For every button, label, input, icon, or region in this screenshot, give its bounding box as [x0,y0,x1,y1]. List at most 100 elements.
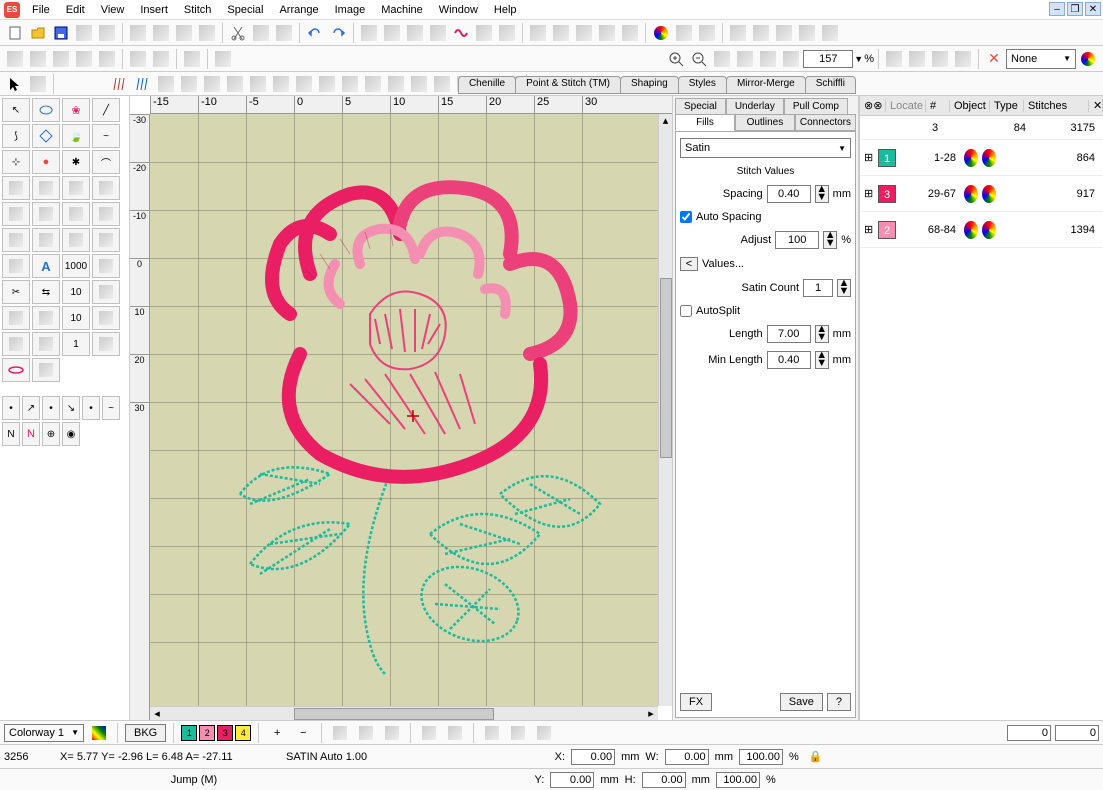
stitch-type-button[interactable] [431,73,453,95]
menu-edit[interactable]: Edit [58,2,93,18]
menu-arrange[interactable]: Arrange [271,2,326,18]
tool-button[interactable] [355,722,377,744]
arrow-tool[interactable] [4,73,26,95]
tool-button[interactable] [2,254,30,278]
zoom-in-button[interactable] [665,48,687,70]
min-length-input[interactable] [767,351,811,369]
tool-button[interactable] [673,22,695,44]
tool-button[interactable] [127,48,149,70]
narrow-tool[interactable]: N [2,422,20,446]
num-tool[interactable]: 1 [62,332,90,356]
tab-point-stitch[interactable]: Point & Stitch (TM) [515,76,621,94]
tool-button[interactable] [173,22,195,44]
tool-button[interactable] [329,722,351,744]
flower-tool[interactable]: ❀ [62,98,90,122]
tab-shaping[interactable]: Shaping [620,76,679,94]
spinner[interactable]: ▲▼ [837,279,851,297]
tool-button[interactable] [92,228,120,252]
narrow-tool[interactable]: ↘ [62,396,80,420]
num-tool[interactable]: 1000 [62,254,90,278]
tool-button[interactable] [92,176,120,200]
stitch-type-button[interactable] [178,73,200,95]
tool-button[interactable] [32,332,60,356]
tool-button[interactable] [952,48,974,70]
tool-button[interactable] [32,202,60,226]
stitch-type-button[interactable] [270,73,292,95]
stitch-type-button[interactable] [201,73,223,95]
tool-button[interactable] [73,48,95,70]
narrow-tool[interactable]: • [82,396,100,420]
tool-button[interactable] [96,48,118,70]
dim-input[interactable] [1007,725,1051,741]
lock-icon[interactable]: 🔒 [805,746,827,768]
tool-button[interactable] [773,22,795,44]
spacing-input[interactable] [767,185,811,203]
color-wheel-icon[interactable] [1077,48,1099,70]
tool-button[interactable] [444,722,466,744]
polygon-tool[interactable] [32,124,60,148]
fx-button[interactable]: FX [680,693,712,711]
menu-image[interactable]: Image [327,2,374,18]
tool-button[interactable] [473,22,495,44]
stitch-type-button[interactable] [224,73,246,95]
mirror-tool[interactable]: ⇆ [32,280,60,304]
stitch-type-button[interactable] [408,73,430,95]
tool-button[interactable] [404,22,426,44]
tool-button[interactable] [727,22,749,44]
save-button[interactable]: Save [780,693,823,711]
redo-button[interactable] [327,22,349,44]
num-tool[interactable]: 10 [62,280,90,304]
circle-tool[interactable]: ● [32,150,60,174]
stitch-type-button[interactable] [132,73,154,95]
node-tool[interactable]: ⊹ [2,150,30,174]
help-button[interactable]: ? [827,693,851,711]
tool-button[interactable] [2,228,30,252]
menu-help[interactable]: Help [486,2,525,18]
tool-button[interactable] [92,202,120,226]
rose-embroidery-design[interactable] [190,134,610,684]
zoom-fit-button[interactable] [711,48,733,70]
length-input[interactable] [767,325,811,343]
tool-button[interactable] [181,48,203,70]
close-button[interactable]: ✕ [1085,2,1101,16]
tool-button[interactable] [2,332,30,356]
menu-file[interactable]: File [24,2,58,18]
tool-button[interactable] [496,22,518,44]
tool-button[interactable] [883,48,905,70]
color-object-row[interactable]: ⊞ 2 68-84 1394 [860,212,1103,248]
cancel-icon[interactable]: ✕ [983,48,1005,70]
tool-button[interactable] [507,722,529,744]
scissors-tool[interactable]: ✂ [2,280,30,304]
stitch-type-button[interactable] [362,73,384,95]
zoom-button[interactable] [757,48,779,70]
tool-button[interactable] [2,306,30,330]
tool-button[interactable] [32,358,60,382]
auto-split-checkbox[interactable] [680,305,692,317]
tool-button[interactable] [62,202,90,226]
text-tool[interactable]: A [32,254,60,278]
tool-button[interactable] [696,22,718,44]
tab-mirror-merge[interactable]: Mirror-Merge [726,76,806,94]
stitch-type-button[interactable] [339,73,361,95]
tab-underlay[interactable]: Underlay [726,98,784,114]
colorway-dropdown[interactable]: Colorway 1▼ [4,724,84,742]
tool-button[interactable] [527,22,549,44]
design-canvas[interactable]: -15-10-5051015202530 -30-20-100102030 [130,96,673,720]
tool-button[interactable] [381,722,403,744]
tool-button[interactable] [358,22,380,44]
color-tool[interactable] [650,22,672,44]
tool-button[interactable] [906,48,928,70]
tool-button[interactable] [2,176,30,200]
narrow-tool[interactable]: • [42,396,60,420]
tool-button[interactable] [62,176,90,200]
palette-swatch[interactable]: 3 [217,725,233,741]
tool-button[interactable] [418,722,440,744]
tool-button[interactable] [550,22,572,44]
tool-button[interactable] [150,48,172,70]
tab-schiffli[interactable]: Schiffli [805,76,856,94]
tool-button[interactable] [92,332,120,356]
num-tool[interactable]: 10 [62,306,90,330]
tool-button[interactable] [196,22,218,44]
minimize-button[interactable]: ‒ [1049,2,1065,16]
palette-swatch[interactable]: 4 [235,725,251,741]
